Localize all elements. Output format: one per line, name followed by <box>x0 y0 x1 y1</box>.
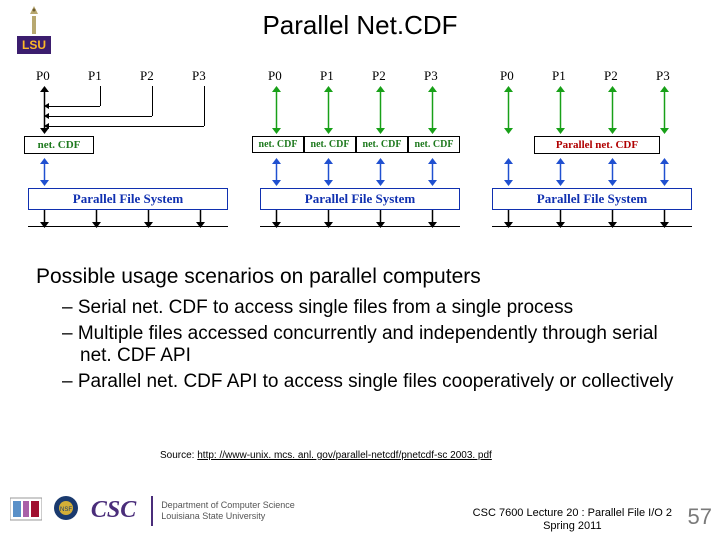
proc-label: P1 <box>552 68 566 84</box>
bullet-item: – Multiple files accessed concurrently a… <box>62 323 686 367</box>
proc-label: P1 <box>320 68 334 84</box>
source-citation: Source: http: //www-unix. mcs. anl. gov/… <box>160 450 492 461</box>
footer-text: CSC 7600 Lecture 20 : Parallel File I/O … <box>473 507 672 535</box>
nsf-logo-icon: NSF <box>52 494 80 527</box>
cct-logo-icon <box>10 494 42 527</box>
proc-label: P3 <box>192 68 206 84</box>
footer-line1: CSC 7600 Lecture 20 : Parallel File I/O … <box>473 507 672 519</box>
page-title: Parallel Net.CDF <box>0 10 720 41</box>
netcdf-box: net. CDF <box>408 136 460 153</box>
proc-label: P0 <box>268 68 282 84</box>
netcdf-box: net. CDF <box>304 136 356 153</box>
bullet-list: – Serial net. CDF to access single files… <box>62 297 686 393</box>
svg-text:NSF: NSF <box>60 507 72 513</box>
proc-label: P2 <box>604 68 618 84</box>
proc-label: P2 <box>140 68 154 84</box>
proc-label: P3 <box>424 68 438 84</box>
footer-line2: Spring 2011 <box>543 520 602 532</box>
dept-name: Department of Computer Science <box>161 500 295 510</box>
source-link[interactable]: http: //www-unix. mcs. anl. gov/parallel… <box>197 450 492 461</box>
bullet-item: – Parallel net. CDF API to access single… <box>62 371 686 393</box>
source-prefix: Source: <box>160 450 197 461</box>
proc-label: P0 <box>500 68 514 84</box>
proc-label: P0 <box>36 68 50 84</box>
subheading: Possible usage scenarios on parallel com… <box>36 265 481 288</box>
univ-name: Louisiana State University <box>161 511 265 521</box>
slide: LSU Parallel Net.CDF P0P1P2P3net. CDFPar… <box>0 0 720 540</box>
footer-logos: NSF CSC Department of Computer Science L… <box>10 494 350 534</box>
pfs-label: Parallel File System <box>537 191 647 206</box>
proc-label: P2 <box>372 68 386 84</box>
netcdf-box: net. CDF <box>24 136 94 154</box>
pfs-label: Parallel File System <box>73 191 183 206</box>
netcdf-box: net. CDF <box>252 136 304 153</box>
pfs-label: Parallel File System <box>305 191 415 206</box>
pnetcdf-box: Parallel net. CDF <box>534 136 660 154</box>
csc-logo: CSC <box>91 497 136 524</box>
proc-label: P1 <box>88 68 102 84</box>
page-number: 57 <box>688 504 712 530</box>
bullet-item: – Serial net. CDF to access single files… <box>62 297 686 319</box>
body-text: Possible usage scenarios on parallel com… <box>36 265 686 397</box>
diagram: P0 P1 P2 P3 net. CDF Parallel File System P0 P1… <box>18 68 702 238</box>
proc-label: P3 <box>656 68 670 84</box>
netcdf-box: net. CDF <box>356 136 408 153</box>
